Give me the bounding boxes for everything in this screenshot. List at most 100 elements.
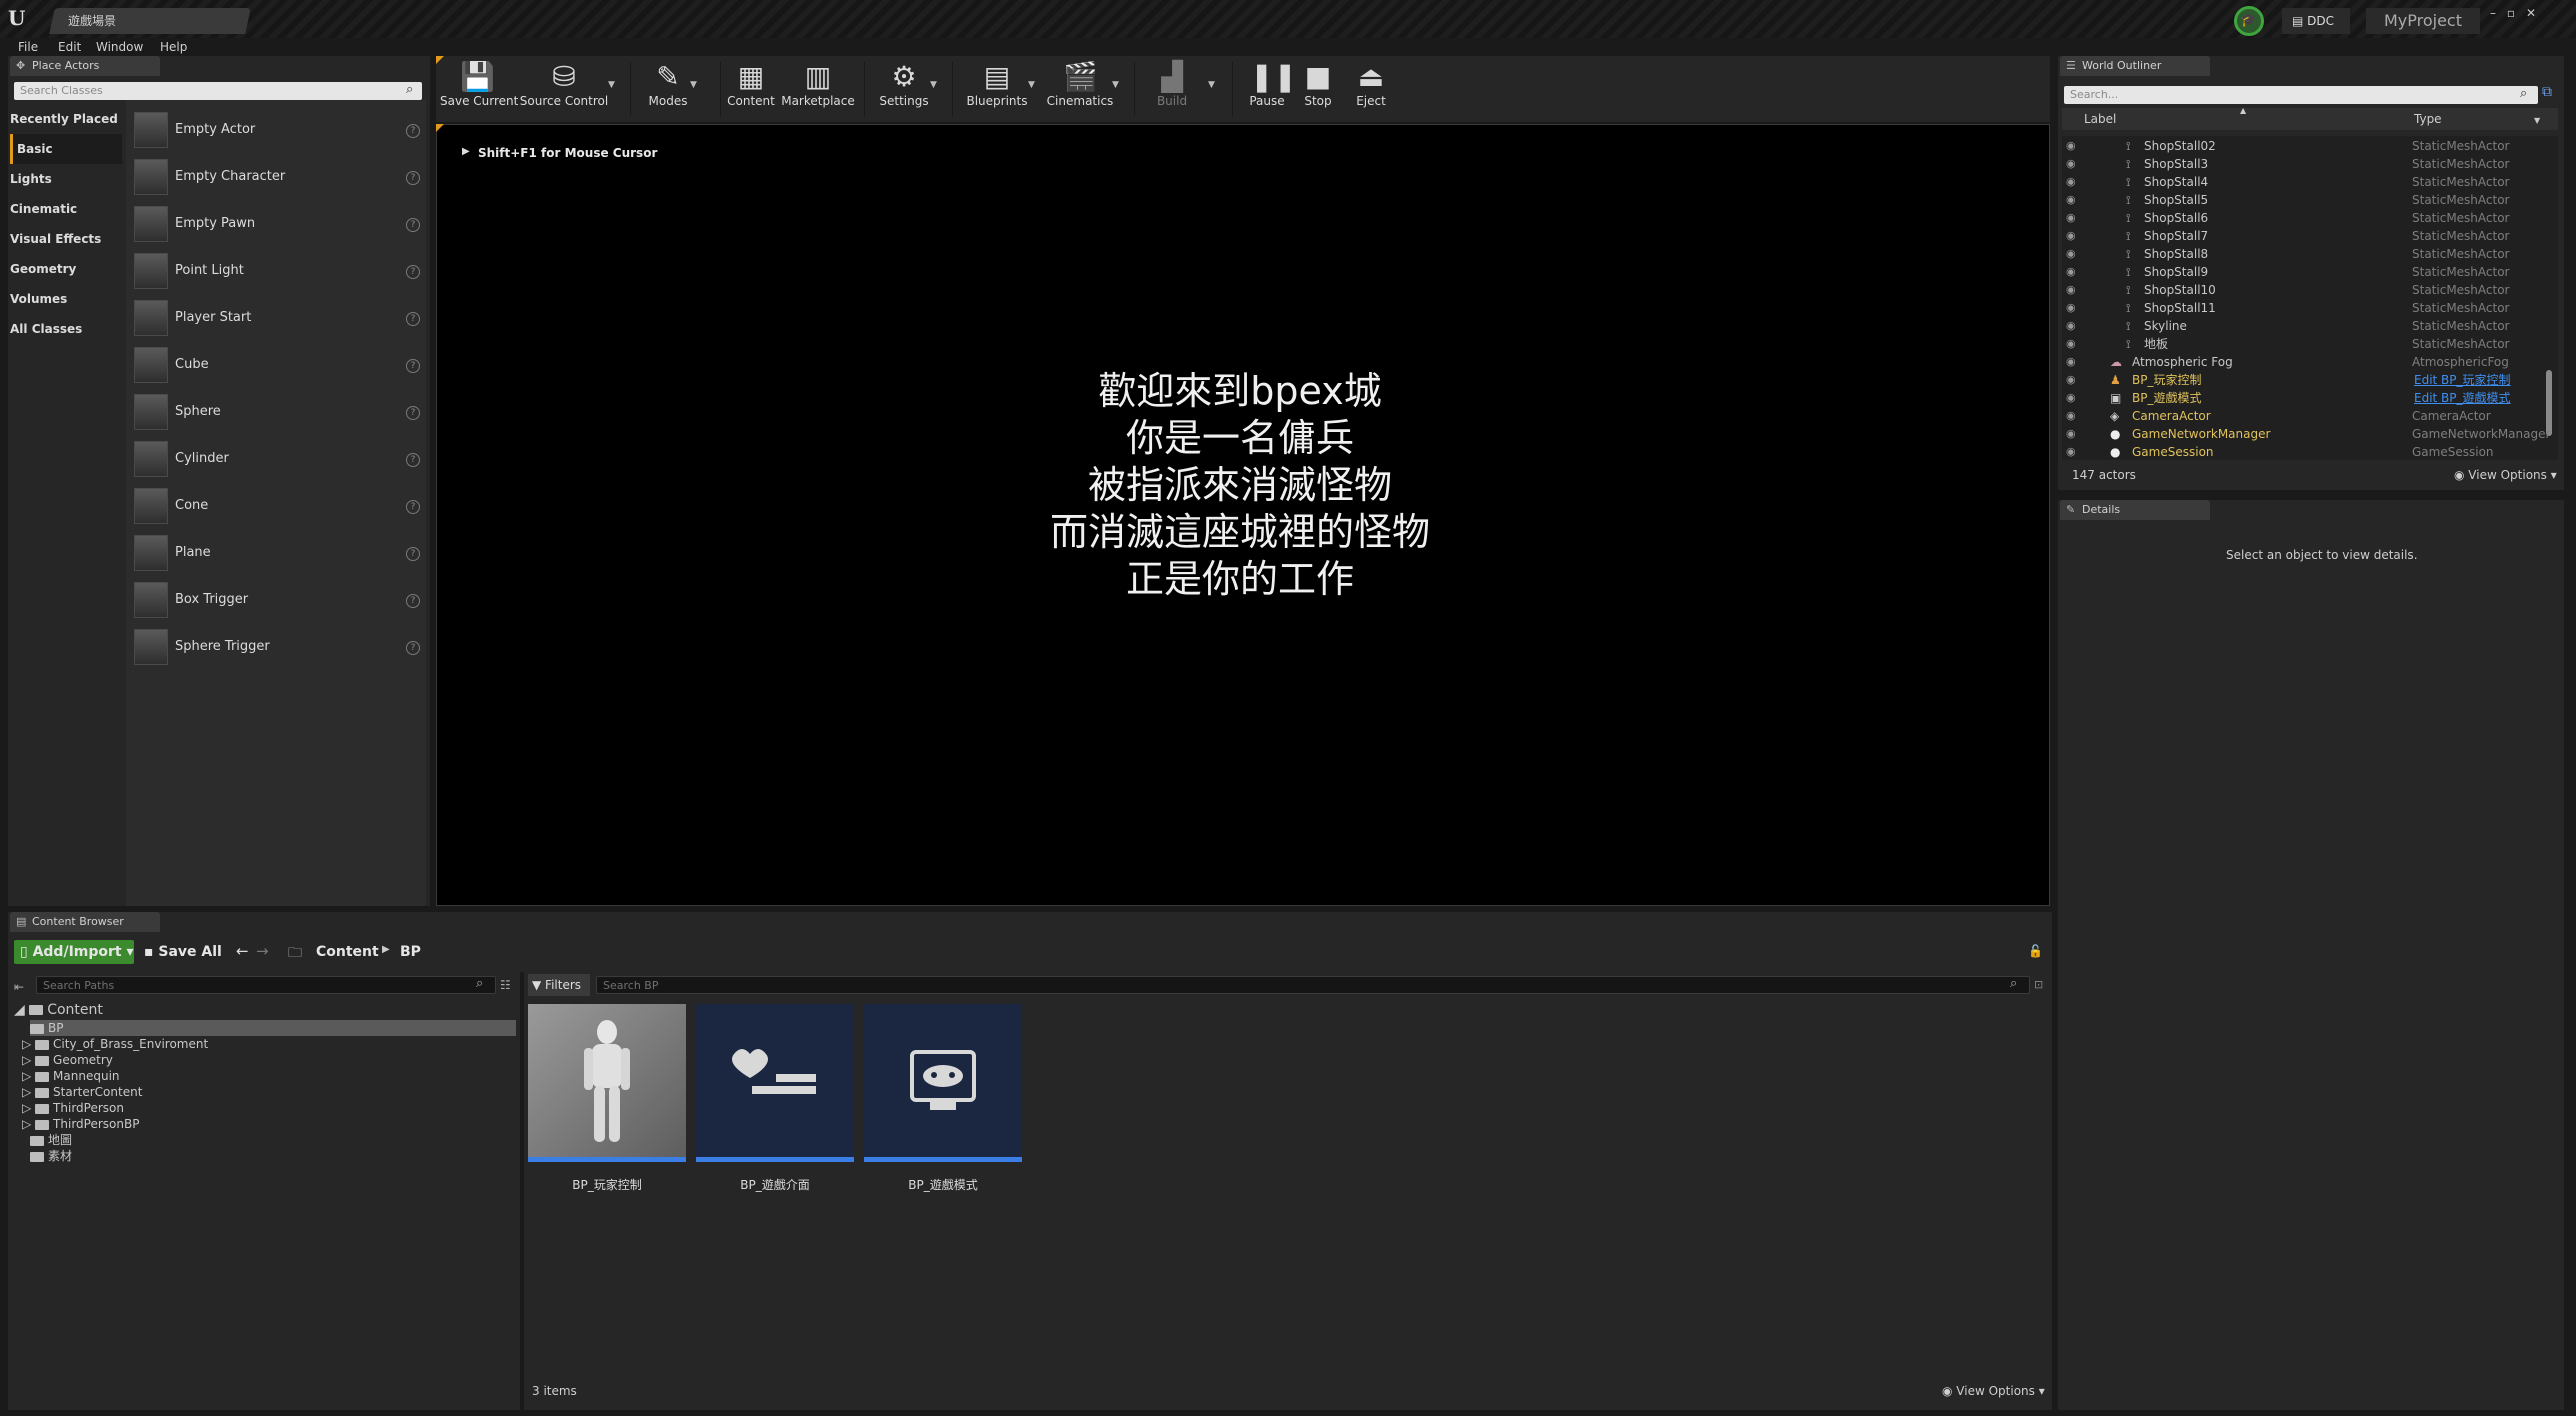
eye-icon[interactable]: ◉	[2066, 191, 2076, 209]
asset-bp-game-mode[interactable]	[864, 1004, 1022, 1162]
eye-icon[interactable]: ◉	[2066, 299, 2076, 317]
add-import-button[interactable]: ▯ Add/Import ▾	[14, 940, 134, 964]
outliner-search-input[interactable]: Search...	[2064, 86, 2538, 104]
tree-item-bp[interactable]: BP	[30, 1020, 63, 1036]
help-icon[interactable]: ?	[406, 218, 420, 232]
outliner-row[interactable]: ◉ ⟟ ShopStall3 StaticMeshActor	[2064, 155, 2554, 173]
lock-icon[interactable]: 🔓	[2028, 944, 2043, 958]
outliner-row[interactable]: ◉ ⟟ ShopStall11 StaticMeshActor	[2064, 299, 2554, 317]
world-outliner-tab[interactable]: ☰ World Outliner	[2060, 56, 2210, 76]
list-view-icon[interactable]: ☷	[500, 978, 511, 992]
help-icon[interactable]: ?	[406, 406, 420, 420]
eye-icon[interactable]: ◉	[2066, 335, 2076, 353]
menu-window[interactable]: Window	[96, 38, 143, 56]
outliner-view-options[interactable]: ◉ View Options ▾	[2454, 468, 2557, 482]
help-icon[interactable]: ?	[406, 359, 420, 373]
pause-button[interactable]: ❚❚ Pause	[1242, 60, 1297, 118]
blueprints-button[interactable]: ▤ Blueprints	[962, 60, 1032, 118]
search-classes-input[interactable]: Search Classes	[14, 82, 422, 100]
search-paths-input[interactable]: Search Paths	[36, 976, 496, 994]
help-icon[interactable]: ?	[406, 453, 420, 467]
modes-button[interactable]: ✎ Modes	[640, 60, 696, 118]
category-cinematic[interactable]: Cinematic	[10, 194, 122, 224]
tree-item-assets[interactable]: 素材	[30, 1148, 72, 1164]
close-button[interactable]: ✕	[2522, 6, 2540, 20]
eye-icon[interactable]: ◉	[2066, 245, 2076, 263]
outliner-row[interactable]: ◉ ⟟ ShopStall7 StaticMeshActor	[2064, 227, 2554, 245]
chevron-down-icon[interactable]: ▼	[690, 80, 697, 90]
help-icon[interactable]: ?	[406, 500, 420, 514]
chevron-down-icon[interactable]: ▼	[1208, 80, 1215, 90]
outliner-row[interactable]: ◉ ⟟ 地板 StaticMeshActor	[2064, 335, 2554, 353]
back-arrow-icon[interactable]: ←	[236, 942, 249, 960]
eye-icon[interactable]: ◉	[2066, 227, 2076, 245]
category-visual-effects[interactable]: Visual Effects	[10, 224, 122, 254]
asset-bp-game-ui[interactable]	[696, 1004, 854, 1162]
splitter[interactable]	[520, 972, 524, 1410]
outliner-row[interactable]: ◉ ♟ BP_玩家控制 Edit BP_玩家控制	[2064, 371, 2554, 389]
marketplace-button[interactable]: ▥ Marketplace	[780, 60, 856, 118]
outliner-row[interactable]: ◉ ⟟ ShopStall8 StaticMeshActor	[2064, 245, 2554, 263]
settings-button[interactable]: ⚙ Settings	[874, 60, 934, 118]
outliner-row[interactable]: ◉ ▣ BP_遊戲模式 Edit BP_遊戲模式	[2064, 389, 2554, 407]
eye-icon[interactable]: ◉	[2066, 317, 2076, 335]
save-current-button[interactable]: 💾 Save Current	[440, 60, 518, 118]
eye-icon[interactable]: ◉	[2066, 173, 2076, 191]
breadcrumb-content[interactable]: Content	[316, 940, 379, 964]
tree-item-third-person-bp[interactable]: ▷ ThirdPersonBP	[22, 1116, 139, 1132]
search-assets-input[interactable]: Search BP	[596, 976, 2030, 994]
outliner-row[interactable]: ◉ ⟟ ShopStall02 StaticMeshActor	[2064, 137, 2554, 155]
menu-help[interactable]: Help	[160, 38, 187, 56]
cinematics-button[interactable]: 🎬 Cinematics	[1044, 60, 1116, 118]
category-basic[interactable]: Basic	[10, 134, 122, 164]
pin-icon[interactable]: ⧉	[2542, 84, 2552, 100]
menu-file[interactable]: File	[18, 38, 38, 56]
category-all-classes[interactable]: All Classes	[10, 314, 122, 344]
chevron-down-icon[interactable]: ▼	[608, 80, 615, 90]
build-button[interactable]: ▟ Build	[1144, 60, 1200, 118]
eye-icon[interactable]: ◉	[2066, 389, 2076, 407]
outliner-row[interactable]: ◉ ⟟ ShopStall9 StaticMeshActor	[2064, 263, 2554, 281]
outliner-row[interactable]: ◉ ● GameNetworkManager GameNetworkManager	[2064, 425, 2554, 443]
eye-icon[interactable]: ◉	[2066, 353, 2076, 371]
eject-button[interactable]: ⏏ Eject	[1346, 60, 1396, 118]
help-icon[interactable]: ?	[406, 171, 420, 185]
tree-item-city-of-brass[interactable]: ▷ City_of_Brass_Enviroment	[22, 1036, 208, 1052]
details-tab[interactable]: ✎ Details	[2060, 500, 2210, 520]
eye-icon[interactable]: ◉	[2066, 407, 2076, 425]
eye-icon[interactable]: ◉	[2066, 281, 2076, 299]
outliner-row[interactable]: ◉ ⟟ Skyline StaticMeshActor	[2064, 317, 2554, 335]
eye-icon[interactable]: ◉	[2066, 425, 2076, 443]
eye-icon[interactable]: ◉	[2066, 137, 2076, 155]
eye-icon[interactable]: ◉	[2066, 263, 2076, 281]
eye-icon[interactable]: ◉	[2066, 443, 2076, 461]
tree-item-third-person[interactable]: ▷ ThirdPerson	[22, 1100, 124, 1116]
category-lights[interactable]: Lights	[10, 164, 122, 194]
outliner-row[interactable]: ◉ ◈ CameraActor CameraActor	[2064, 407, 2554, 425]
outliner-row[interactable]: ◉ ⟟ ShopStall5 StaticMeshActor	[2064, 191, 2554, 209]
outliner-row[interactable]: ◉ ⟟ ShopStall10 StaticMeshActor	[2064, 281, 2554, 299]
tree-item-mannequin[interactable]: ▷ Mannequin	[22, 1068, 120, 1084]
help-icon[interactable]: ?	[406, 265, 420, 279]
breadcrumb-bp[interactable]: BP	[400, 940, 421, 964]
source-control-button[interactable]: ⛁ Source Control	[518, 60, 610, 118]
ddc-button[interactable]: ▤ DDC	[2282, 8, 2350, 34]
category-geometry[interactable]: Geometry	[10, 254, 122, 284]
menu-edit[interactable]: Edit	[58, 38, 81, 56]
learn-icon[interactable]: 🎓	[2234, 6, 2264, 36]
edit-blueprint-link[interactable]: Edit BP_遊戲模式	[2414, 389, 2511, 407]
eye-icon[interactable]: ◉	[2066, 371, 2076, 389]
asset-bp-player-controller[interactable]	[528, 1004, 686, 1162]
outliner-col-label[interactable]: Label	[2084, 112, 2116, 126]
maximize-button[interactable]: ▫	[2502, 6, 2520, 20]
outliner-row[interactable]: ◉ ⟟ ShopStall6 StaticMeshActor	[2064, 209, 2554, 227]
chevron-down-icon[interactable]: ▼	[2534, 116, 2540, 125]
stop-button[interactable]: ■ Stop	[1296, 60, 1340, 118]
tree-item-geometry[interactable]: ▷ Geometry	[22, 1052, 113, 1068]
forward-arrow-icon[interactable]: →	[256, 942, 269, 960]
tree-item-maps[interactable]: 地圖	[30, 1132, 72, 1148]
edit-blueprint-link[interactable]: Edit BP_玩家控制	[2414, 371, 2511, 389]
content-button[interactable]: ▦ Content	[726, 60, 776, 118]
category-recently-placed[interactable]: Recently Placed	[10, 104, 122, 134]
save-all-button[interactable]: ▪ Save All	[140, 940, 224, 964]
